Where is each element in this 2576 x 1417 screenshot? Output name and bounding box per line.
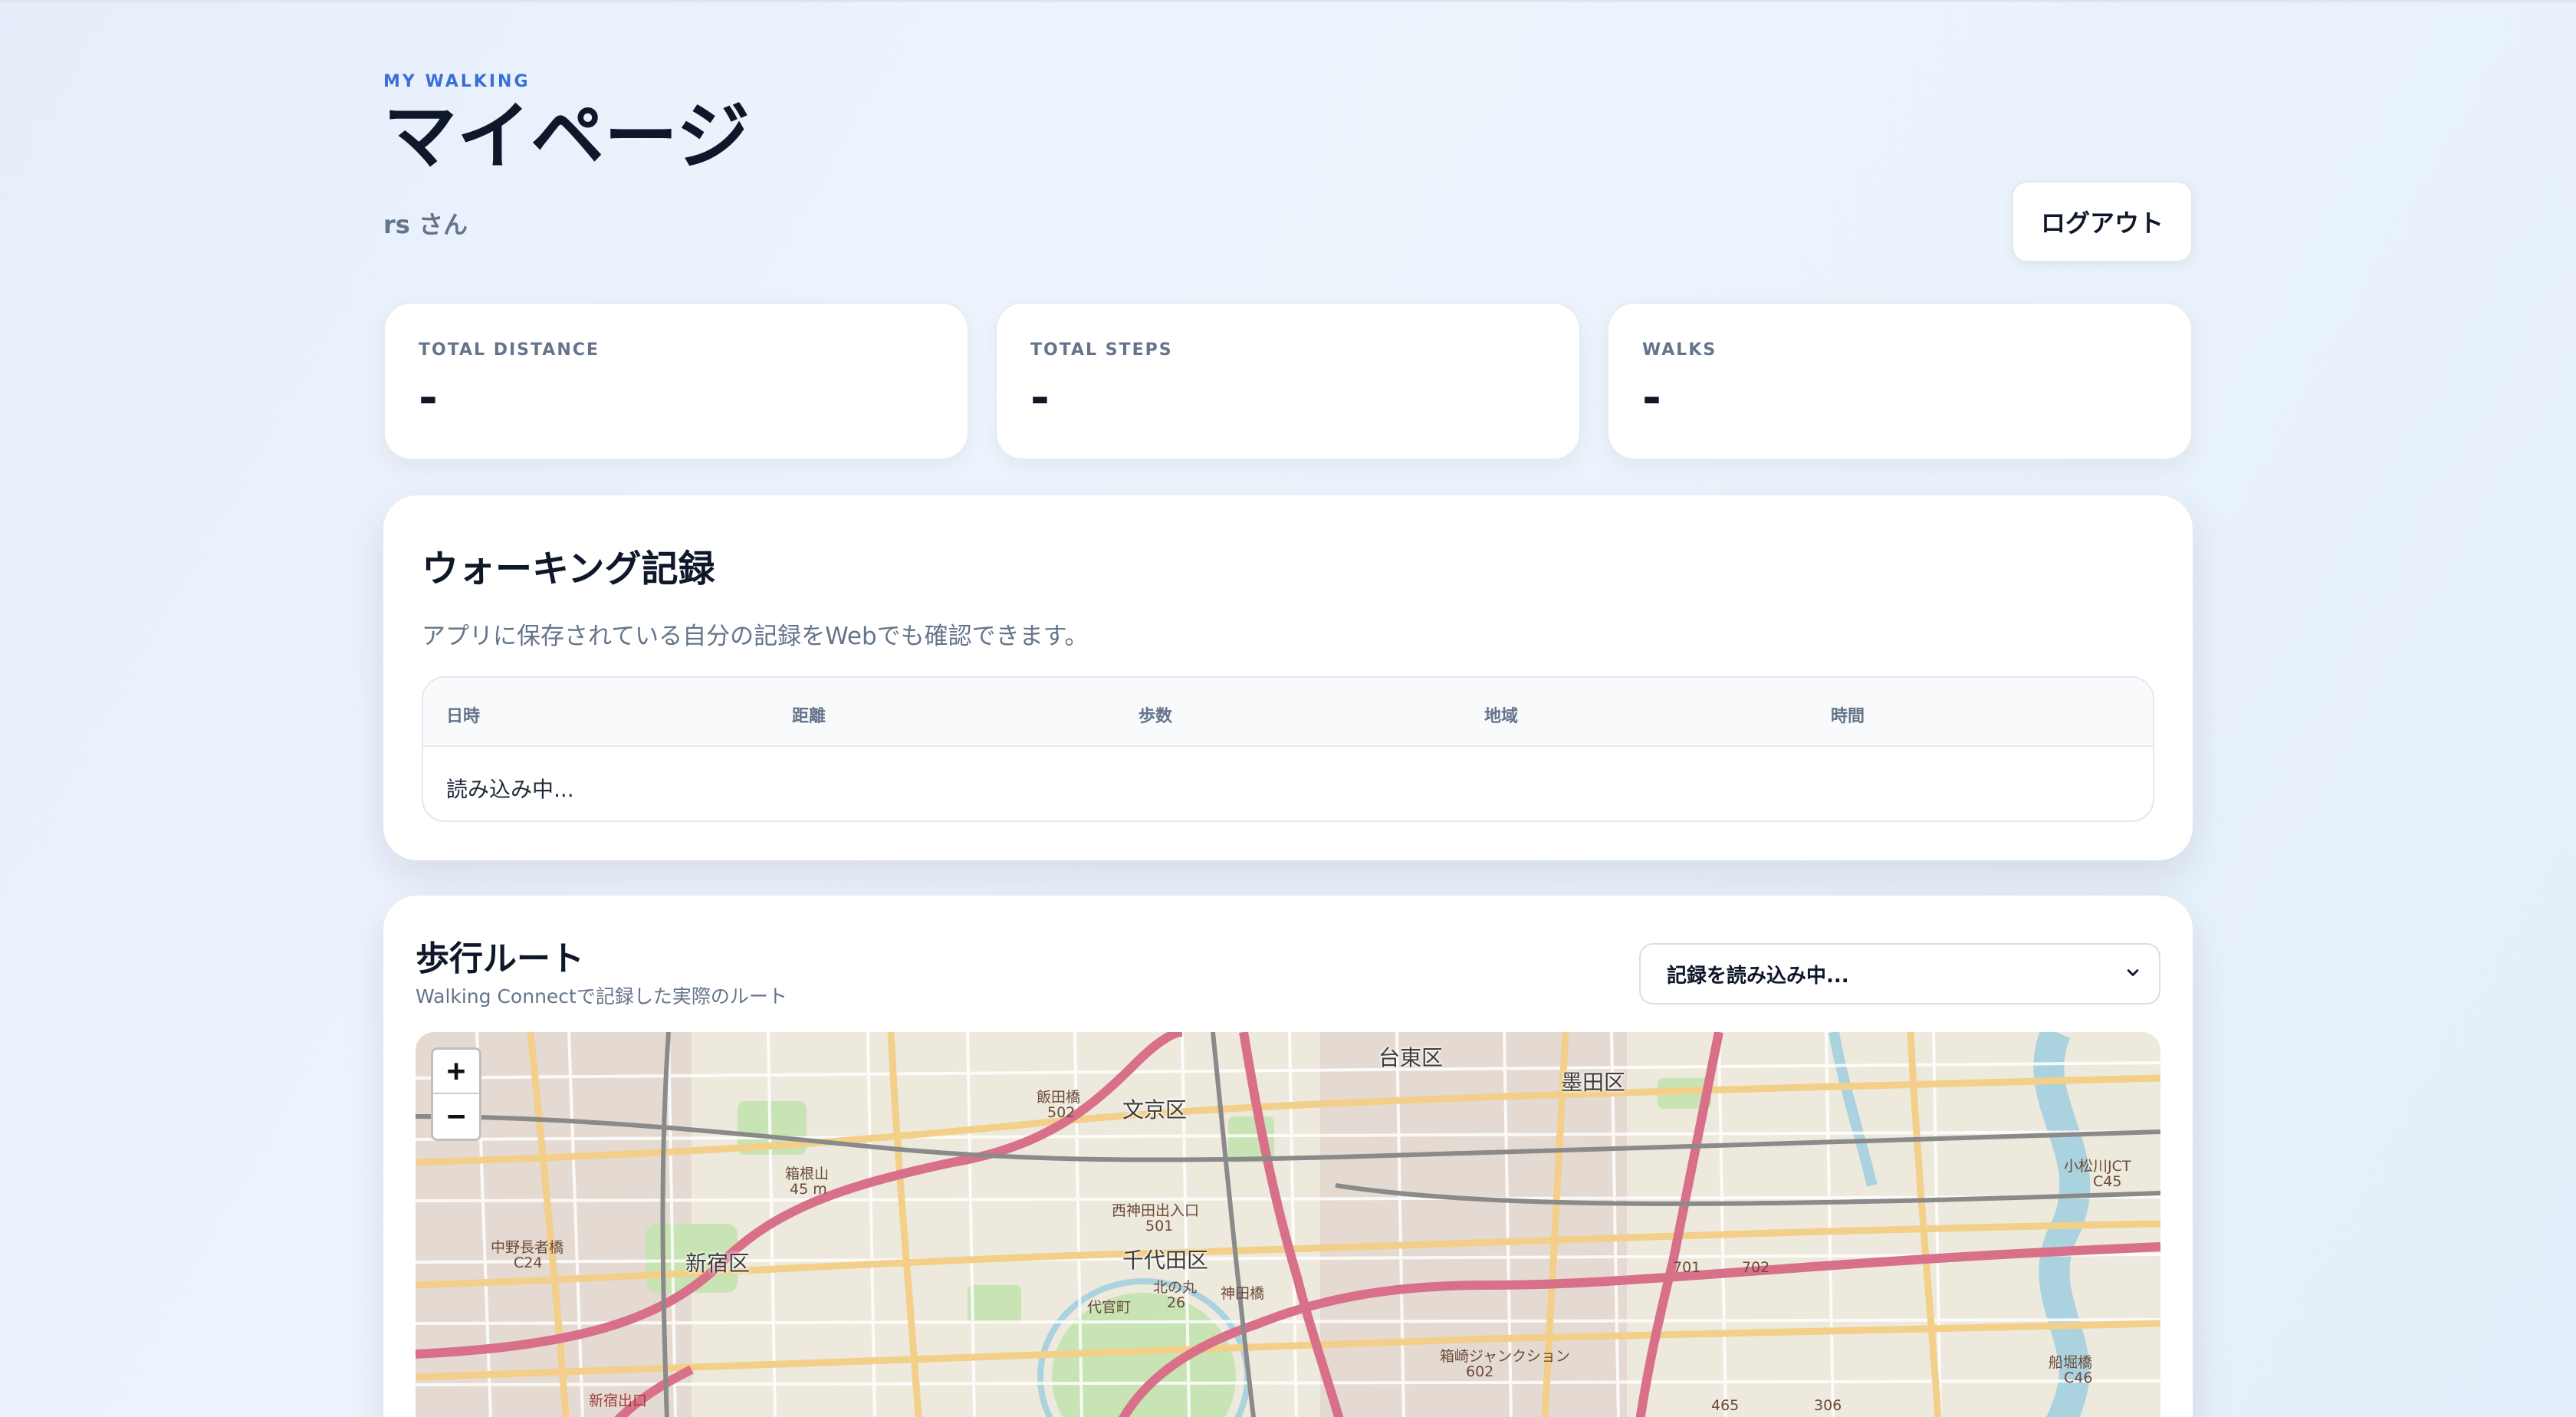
map-label-funabori: 船堀橋 — [2049, 1354, 2093, 1371]
map-label-nishikanda: 西神田出入口 — [1112, 1202, 1200, 1219]
map-label-komatsugawa-no: C45 — [2093, 1173, 2122, 1190]
stat-value: - — [1030, 371, 1050, 425]
records-table: 日時 距離 歩数 地域 時間 読み込み中... — [422, 676, 2154, 822]
map-label-bunkyo: 文京区 — [1122, 1097, 1188, 1123]
map-label-iidabashi-no: 502 — [1047, 1104, 1076, 1121]
column-header-time: 時間 — [1831, 707, 1865, 726]
map-label-hakoneyama-alt: 45 m — [790, 1181, 827, 1198]
map-label-nishikanda-no: 501 — [1145, 1218, 1174, 1235]
route-title: 歩行ルート — [416, 939, 584, 978]
table-header: 日時 距離 歩数 地域 時間 — [423, 678, 2153, 747]
map-label-road-702: 702 — [1742, 1259, 1770, 1276]
map-label-funabori-no: C46 — [2064, 1369, 2093, 1386]
map-label-road-701: 701 — [1673, 1259, 1701, 1276]
map-label-hakozaki: 箱崎ジャンクション — [1440, 1348, 1571, 1365]
stat-label: TOTAL DISTANCE — [419, 340, 600, 360]
chevron-down-icon — [2127, 969, 2139, 976]
user-name: rs さん — [383, 210, 468, 239]
records-description: アプリに保存されている自分の記録をWebでも確認できます。 — [422, 623, 1089, 650]
stat-value: - — [1642, 371, 1661, 425]
zoom-in-button[interactable]: + — [433, 1050, 479, 1094]
column-header-date: 日時 — [446, 707, 481, 726]
table-row: 読み込み中... — [423, 747, 2153, 820]
stat-card-walks: WALKS - — [1607, 302, 2193, 460]
walking-records-panel: ウォーキング記録 アプリに保存されている自分の記録をWebでも確認できます。 日… — [383, 495, 2193, 860]
column-header-distance: 距離 — [792, 707, 826, 726]
map-label-daikanzaka: 代官町 — [1087, 1299, 1132, 1316]
map-label-kitanomaru: 北の丸 — [1153, 1279, 1198, 1296]
map-label-sumida: 墨田区 — [1561, 1070, 1626, 1095]
route-subtitle: Walking Connectで記録した実際のルート — [416, 985, 787, 1008]
stat-card-total-steps: TOTAL STEPS - — [995, 302, 1581, 460]
map-label-iidabashi: 飯田橋 — [1037, 1089, 1081, 1106]
map-label-road-465: 465 — [1711, 1397, 1740, 1414]
logout-button[interactable]: ログアウト — [2012, 181, 2193, 262]
map-label-shinjuku-exit: 新宿出口 — [589, 1392, 648, 1409]
page-eyebrow: MY WALKING — [383, 72, 531, 91]
stat-label: WALKS — [1642, 340, 1717, 360]
stat-label: TOTAL STEPS — [1030, 340, 1173, 360]
route-map[interactable]: 台東区 墨田区 文京区 新宿区 千代田区 飯田橋 502 西神田出入口 501 … — [416, 1032, 2160, 1417]
page-title: マイページ — [383, 94, 751, 179]
map-label-road-306: 306 — [1814, 1397, 1842, 1414]
zoom-out-button[interactable]: − — [433, 1094, 479, 1139]
main-container: MY WALKING マイページ rs さん ログアウト TOTAL DISTA… — [383, 0, 2193, 1417]
column-header-area: 地域 — [1484, 707, 1519, 726]
map-zoom-control: + − — [431, 1047, 481, 1141]
map-tiles — [416, 1032, 2160, 1417]
map-label-hakozaki-no: 602 — [1466, 1363, 1494, 1380]
map-label-kitanomaru-no: 26 — [1167, 1294, 1186, 1311]
map-label-chiyoda: 千代田区 — [1122, 1248, 1209, 1273]
map-label-shinjuku: 新宿区 — [685, 1251, 751, 1276]
records-title: ウォーキング記録 — [422, 547, 715, 590]
map-label-hakoneyama: 箱根山 — [785, 1165, 830, 1182]
column-header-steps: 歩数 — [1138, 707, 1173, 726]
stat-value: - — [419, 371, 438, 425]
loading-text: 読み込み中... — [446, 777, 574, 802]
stat-card-total-distance: TOTAL DISTANCE - — [383, 302, 969, 460]
map-label-komatsugawa: 小松川JCT — [2064, 1158, 2131, 1175]
map-label-nakanochojabashi: 中野長者橋 — [491, 1239, 564, 1256]
walking-route-panel: 歩行ルート Walking Connectで記録した実際のルート 記録を読み込み… — [383, 896, 2193, 1417]
record-select-value: 記録を読み込み中... — [1667, 964, 1849, 988]
map-label-jimbocho: 神田橋 — [1221, 1285, 1265, 1302]
map-label-nakanochojabashi-no: C24 — [514, 1254, 543, 1271]
record-select[interactable]: 記録を読み込み中... — [1639, 943, 2160, 1004]
map-label-taito: 台東区 — [1378, 1045, 1444, 1070]
